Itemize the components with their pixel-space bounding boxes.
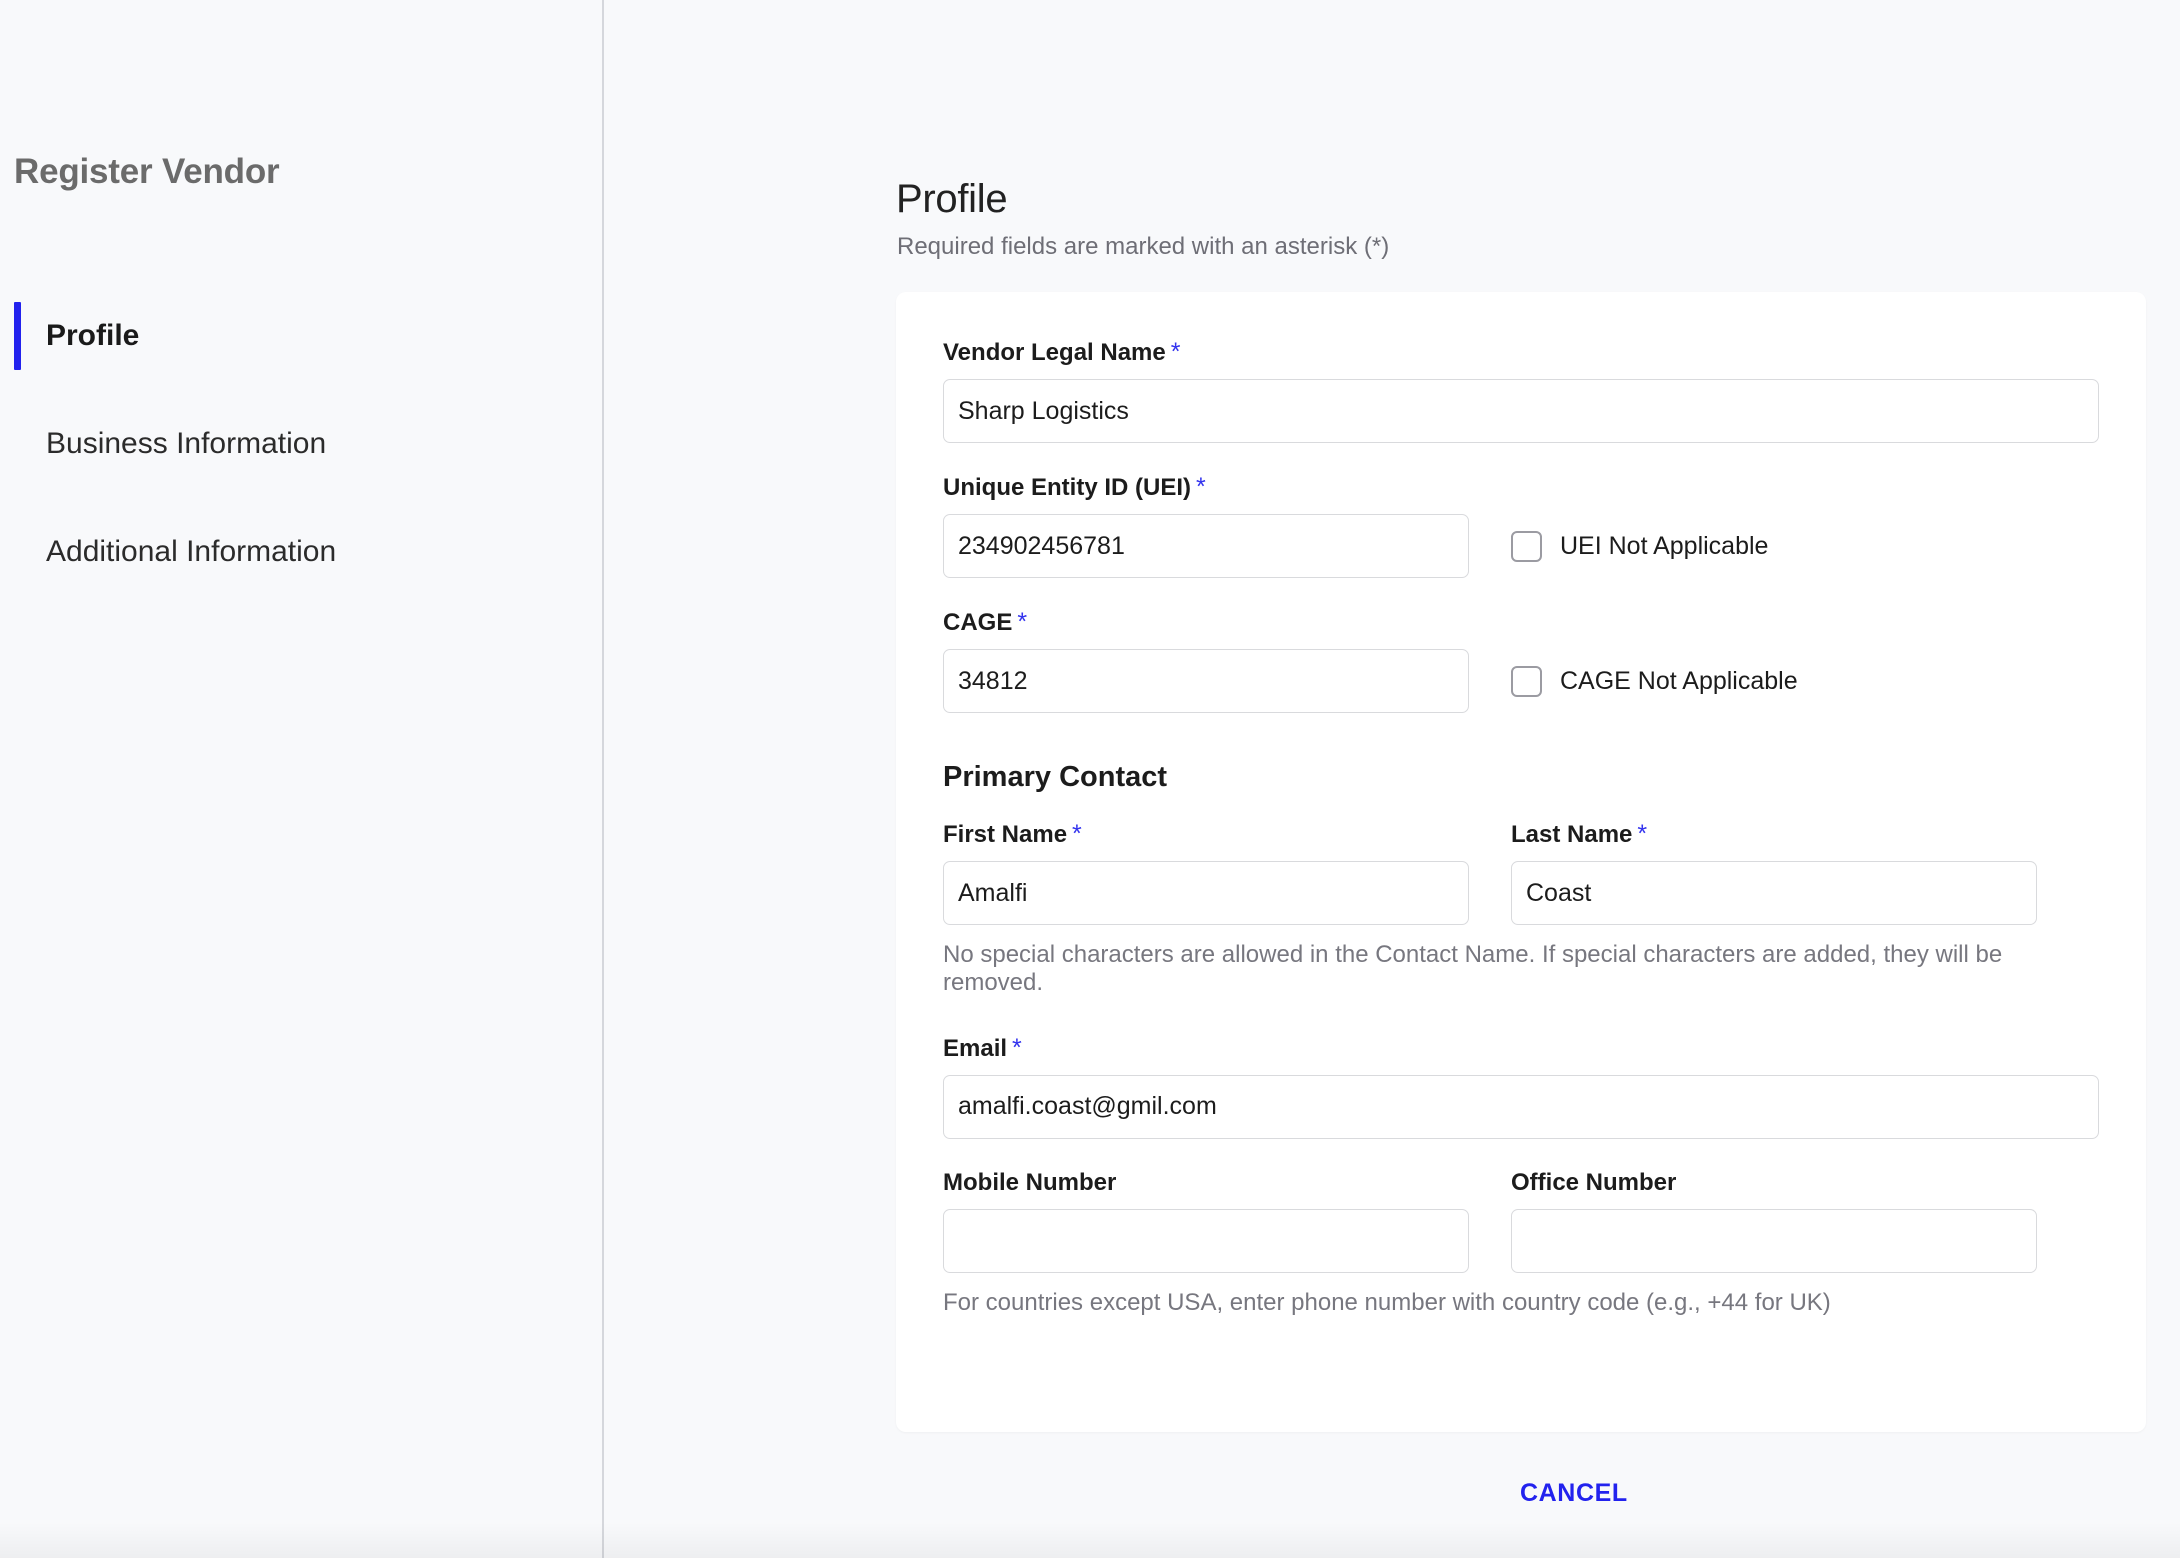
cancel-button[interactable]: CANCEL [1520,1479,1628,1508]
contact-name-hint: No special characters are allowed in the… [943,941,2003,997]
unique-entity-id-input[interactable] [943,514,1469,578]
checkbox-box-icon [1511,530,1542,562]
register-vendor-page: Register Vendor Profile Business Informa… [0,0,2180,1558]
active-indicator-bar [14,302,21,370]
label-text: Vendor Legal Name [943,339,1166,366]
field-last-name: Last Name * [1511,820,2037,925]
profile-form-card: Vendor Legal Name* Unique Entity ID (UEI… [896,292,2146,1432]
sidebar: Register Vendor Profile Business Informa… [0,0,604,1558]
field-unique-entity-id: Unique Entity ID (UEI)* UEI Not Applicab… [943,473,2099,578]
first-name-input[interactable] [943,861,1469,925]
sidebar-item-label: Additional Information [46,535,337,568]
last-name-label: Last Name * [1511,820,2037,849]
sidebar-item-label: Business Information [46,427,327,460]
cage-not-applicable-label: CAGE Not Applicable [1560,666,1798,695]
sidebar-title: Register Vendor [14,152,280,191]
vendor-legal-name-input[interactable] [943,379,2099,443]
label-text: Unique Entity ID (UEI) [943,474,1191,501]
last-name-input[interactable] [1511,861,2037,925]
required-asterisk: * [1072,820,1082,848]
field-cage: CAGE* CAGE Not Applicable [943,608,2099,713]
field-office-number: Office Number [1511,1169,2037,1273]
contact-name-row: First Name* Last Name* [943,820,2099,925]
uei-not-applicable-checkbox[interactable]: UEI Not Applicable [1511,514,1768,578]
mobile-number-input[interactable] [943,1208,1469,1273]
label-text: First Name [943,821,1068,848]
required-asterisk: * [1170,338,1181,366]
required-asterisk: * [1012,1033,1022,1062]
field-mobile-number: Mobile Number [943,1169,1469,1273]
required-asterisk: * [1196,473,1206,501]
office-number-label: Office Number [1511,1168,1677,1196]
mobile-number-label: Mobile Number [943,1168,1117,1196]
phone-number-row: Mobile Number Office Number [943,1169,2099,1273]
checkbox-box-icon [1511,665,1542,697]
primary-contact-heading: Primary Contact [943,761,1168,793]
sidebar-item-business-information[interactable]: Business Information [0,390,602,498]
required-fields-note: Required fields are marked with an aster… [897,233,1390,260]
office-number-input[interactable] [1511,1208,2037,1273]
email-input[interactable] [943,1074,2099,1139]
sidebar-item-additional-information[interactable]: Additional Information [0,498,602,606]
required-asterisk: * [1637,820,1648,848]
label-text: Last Name [1511,821,1633,848]
vendor-legal-name-label: Vendor Legal Name * [943,338,2099,367]
label-text: Email [943,1034,1008,1062]
required-asterisk: * [1017,608,1028,636]
uei-not-applicable-label: UEI Not Applicable [1560,531,1769,560]
cage-not-applicable-checkbox[interactable]: CAGE Not Applicable [1511,649,1798,713]
sidebar-item-profile[interactable]: Profile [0,282,602,390]
field-email: Email * [943,1034,2099,1139]
first-name-label: First Name * [943,820,1469,849]
unique-entity-id-label: Unique Entity ID (UEI) * [943,473,2099,502]
main-content: Profile Required fields are marked with … [604,0,2180,1558]
email-label: Email * [943,1034,2099,1063]
field-first-name: First Name * [943,820,1469,925]
label-text: CAGE [943,609,1013,636]
sidebar-item-label: Profile [46,319,140,352]
page-title: Profile [896,176,1008,221]
field-vendor-legal-name: Vendor Legal Name * [943,338,2099,443]
phone-number-hint: For countries except USA, enter phone nu… [943,1288,1831,1316]
cage-input[interactable] [943,649,1469,713]
cage-label: CAGE * [943,608,2099,637]
sidebar-nav: Profile Business Information Additional … [0,282,602,606]
